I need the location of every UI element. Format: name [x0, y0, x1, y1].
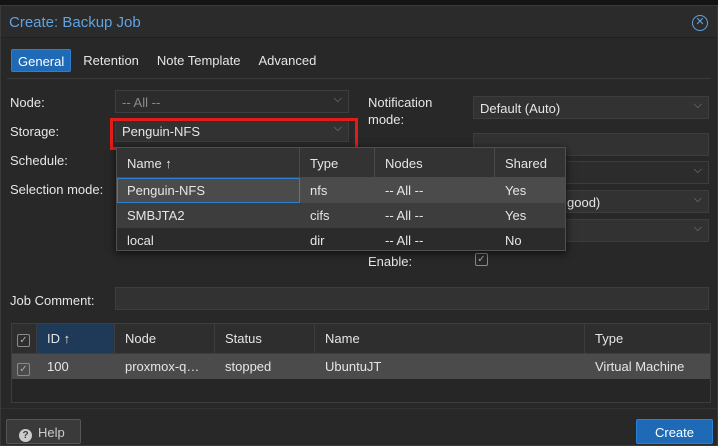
row-type: dir	[310, 233, 325, 248]
footer-divider	[1, 408, 717, 409]
row-type: cifs	[310, 208, 330, 223]
tab-retention[interactable]: Retention	[77, 49, 145, 72]
select-all-checkbox[interactable]: ✓	[17, 334, 30, 347]
notification-mode-label: Notification	[368, 95, 433, 110]
row-id: 100	[47, 359, 69, 374]
row-nodes: -- All --	[385, 208, 424, 223]
row-type: Virtual Machine	[595, 359, 685, 374]
chevron-down-icon: ⌵	[693, 99, 702, 111]
row-name: Penguin-NFS	[117, 178, 300, 203]
col-type[interactable]: Type	[300, 148, 375, 177]
storage-dropdown: Name ↑ Type Nodes Shared Penguin-NFS nfs…	[116, 147, 566, 251]
storage-label: Storage:	[10, 124, 60, 139]
col-id[interactable]: ID ↑	[37, 324, 115, 353]
dropdown-header: Name ↑ Type Nodes Shared	[117, 148, 565, 178]
row-node: proxmox-q…	[125, 359, 200, 374]
col-name[interactable]: Name	[315, 324, 585, 353]
col-name[interactable]: Name ↑	[117, 148, 300, 177]
tab-note-template[interactable]: Note Template	[151, 49, 247, 72]
tab-general[interactable]: General	[11, 49, 72, 72]
row-checkbox[interactable]: ✓	[17, 363, 30, 376]
col-shared[interactable]: Shared	[495, 148, 565, 177]
tab-advanced[interactable]: Advanced	[253, 49, 323, 72]
select-all-cell: ✓	[12, 324, 37, 353]
col-node[interactable]: Node	[115, 324, 215, 353]
row-name: SMBJTA2	[127, 208, 185, 223]
compression-value: good)	[567, 195, 601, 210]
row-shared: No	[505, 233, 522, 248]
dropdown-row-penguin-nfs[interactable]: Penguin-NFS nfs -- All -- Yes	[117, 178, 565, 203]
chevron-down-icon: ⌵	[693, 193, 702, 205]
selection-mode-label: Selection mode:	[10, 182, 104, 197]
close-icon[interactable]: ✕	[692, 15, 708, 31]
create-button[interactable]: Create	[636, 419, 713, 444]
row-status: stopped	[225, 359, 272, 374]
row-shared: Yes	[505, 208, 527, 223]
job-comment-label: Job Comment:	[10, 293, 95, 308]
row-name: local	[127, 233, 154, 248]
row-name: UbuntuJT	[325, 359, 382, 374]
enable-checkbox[interactable]: ✓	[475, 253, 488, 266]
help-label: Help	[38, 425, 65, 440]
dropdown-row-local[interactable]: local dir -- All -- No	[117, 228, 565, 253]
row-nodes: -- All --	[385, 183, 424, 198]
table-row[interactable]: ✓ 100 proxmox-q… stopped UbuntuJT Virtua…	[12, 354, 710, 379]
tab-bar: General Retention Note Template Advanced	[11, 49, 322, 72]
grid-header: ✓ ID ↑ Node Status Name Type	[12, 324, 710, 354]
chevron-down-icon: ⌵	[693, 222, 702, 234]
row-type: nfs	[310, 183, 328, 198]
chevron-down-icon: ⌵	[333, 93, 342, 105]
col-status[interactable]: Status	[215, 324, 315, 353]
help-icon: ?	[19, 429, 32, 442]
schedule-label: Schedule:	[10, 153, 68, 168]
notification-mode-select[interactable]: Default (Auto) ⌵	[473, 96, 709, 119]
help-button[interactable]: ? Help	[6, 419, 81, 444]
row-nodes: -- All --	[385, 233, 424, 248]
row-select-cell: ✓	[12, 354, 37, 379]
chevron-down-icon: ⌵	[693, 164, 702, 176]
col-nodes[interactable]: Nodes	[375, 148, 495, 177]
guest-selection-grid: ✓ ID ↑ Node Status Name Type ✓ 100 proxm…	[11, 323, 711, 403]
node-value: -- All --	[122, 95, 161, 110]
row-shared: Yes	[505, 183, 527, 198]
annotation-highlight-box	[110, 118, 358, 150]
job-comment-input[interactable]	[115, 287, 709, 310]
node-select[interactable]: -- All -- ⌵	[115, 90, 349, 113]
dropdown-row-smbjta2[interactable]: SMBJTA2 cifs -- All -- Yes	[117, 203, 565, 228]
title-bar: Create: Backup Job ✕	[1, 6, 717, 38]
backup-job-dialog: Create: Backup Job ✕ General Retention N…	[0, 5, 718, 446]
col-type[interactable]: Type	[585, 324, 710, 353]
enable-label: Enable:	[368, 254, 413, 269]
tab-divider	[7, 78, 711, 79]
dialog-title: Create: Backup Job	[9, 14, 141, 31]
notification-mode-label-2: mode:	[368, 112, 405, 127]
node-label: Node:	[10, 95, 45, 110]
notification-mode-value: Default (Auto)	[480, 101, 561, 116]
